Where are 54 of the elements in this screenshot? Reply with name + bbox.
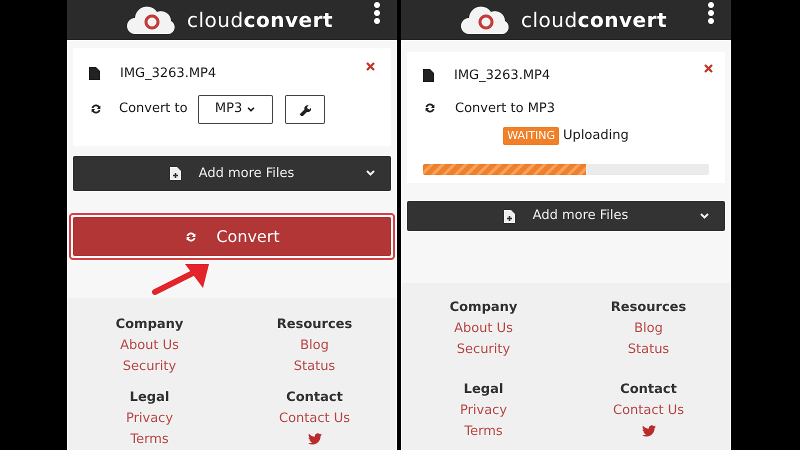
brand-name: cloudconvert — [187, 7, 334, 34]
footer-link[interactable]: Status — [294, 356, 336, 377]
footer-link[interactable]: Status — [628, 339, 670, 360]
sync-icon — [423, 101, 437, 116]
footer-heading: Legal — [130, 389, 170, 407]
menu-icon — [707, 2, 715, 24]
chevron-down-icon — [700, 213, 709, 219]
add-files-button[interactable]: Add more Files — [407, 201, 725, 231]
sync-icon — [184, 230, 198, 244]
close-icon — [704, 64, 713, 73]
brand-name: cloudconvert — [521, 7, 668, 34]
file-icon — [89, 67, 100, 80]
footer-heading: Resources — [276, 316, 352, 334]
chevron-down-icon — [366, 170, 375, 176]
footer-link[interactable]: Security — [122, 356, 176, 377]
footer-link[interactable]: Contact Us — [279, 408, 350, 429]
add-file-icon — [504, 210, 515, 222]
footer-heading: Contact — [286, 389, 343, 407]
footer-heading: Contact — [620, 380, 677, 398]
footer-heading: Company — [116, 316, 184, 334]
footer-link[interactable]: Terms — [464, 420, 503, 442]
cloud-logo-icon — [127, 6, 177, 34]
footer-link[interactable]: Contact Us — [613, 400, 684, 420]
footer-link[interactable]: Blog — [634, 318, 663, 339]
footer-link[interactable]: Blog — [300, 335, 329, 356]
file-name: IMG_3263.MP4 — [454, 67, 550, 85]
add-file-icon — [170, 166, 181, 180]
close-button[interactable] — [366, 62, 375, 71]
settings-button[interactable] — [284, 94, 325, 124]
status-text: Uploading — [563, 127, 629, 145]
footer-heading: Legal — [464, 380, 504, 398]
footer-link[interactable]: About Us — [454, 318, 513, 339]
add-files-button[interactable]: Add more Files — [73, 156, 391, 191]
footer-link[interactable]: Privacy — [460, 400, 508, 420]
status-badge: WAITING — [503, 126, 560, 145]
convert-button[interactable]: Convert — [73, 217, 391, 256]
file-name: IMG_3263.MP4 — [120, 65, 216, 83]
footer-link[interactable]: About Us — [120, 335, 179, 356]
footer-link[interactable]: Security — [456, 339, 510, 360]
convert-label: Convert to — [119, 100, 188, 118]
convert-label: Convert to MP3 — [455, 100, 556, 118]
chevron-down-icon — [247, 106, 256, 112]
footer-heading: Resources — [610, 299, 686, 317]
footer-heading: Company — [450, 299, 518, 317]
close-icon — [366, 62, 375, 71]
footer-link[interactable]: Terms — [130, 429, 169, 450]
footer-link[interactable]: Privacy — [126, 408, 174, 429]
wrench-icon — [298, 102, 312, 116]
close-button[interactable] — [704, 64, 713, 73]
cloud-logo-icon — [461, 6, 511, 34]
file-icon — [423, 69, 434, 82]
sync-icon — [89, 102, 103, 116]
menu-icon — [373, 2, 381, 24]
format-dropdown[interactable]: MP3 — [198, 94, 273, 124]
